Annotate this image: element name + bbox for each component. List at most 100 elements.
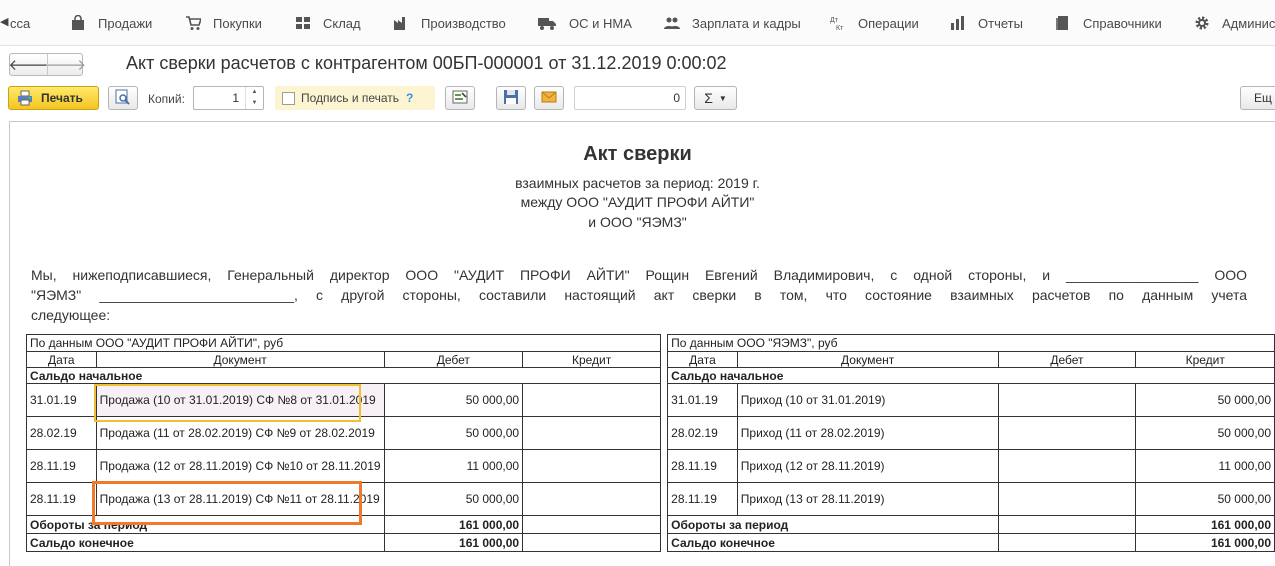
menu-item-label: Зарплата и кадры xyxy=(692,15,801,31)
row-date: 28.11.19 xyxy=(26,482,97,516)
menu-item-catalogs[interactable]: Справочники xyxy=(1055,0,1162,46)
menu-item-fixed-assets[interactable]: ОС и НМА xyxy=(537,0,632,46)
column-gap xyxy=(660,449,669,483)
copies-spinner[interactable]: ▲ ▼ xyxy=(245,87,263,109)
spin-down-icon[interactable]: ▼ xyxy=(246,98,263,109)
opening-balance-row: Сальдо начальное Сальдо начальное xyxy=(25,367,1275,384)
menu-item-production[interactable]: Производство xyxy=(393,0,506,46)
closing-debit: 161 000,00 xyxy=(383,533,524,552)
column-gap xyxy=(660,334,669,352)
copies-value: 1 xyxy=(232,91,239,105)
menu-item-label: Справочники xyxy=(1083,15,1162,31)
history-navigation: 🡐 🡒 xyxy=(8,53,87,76)
menu-item-label: ОС и НМА xyxy=(569,15,632,31)
menu-item-reports[interactable]: Отчеты xyxy=(950,0,1023,46)
help-icon[interactable]: ? xyxy=(406,91,413,105)
send-email-button[interactable] xyxy=(534,86,564,110)
books-icon xyxy=(1055,15,1071,31)
row-debit: 11 000,00 xyxy=(383,449,524,483)
svg-text:Кт: Кт xyxy=(836,25,844,31)
menu-item-label: Отчеты xyxy=(978,15,1023,31)
report-and: и ООО "ЯЭМЗ" xyxy=(588,214,687,230)
menu-item-sales[interactable]: Продажи xyxy=(70,0,152,46)
document-header: Документ xyxy=(736,351,999,368)
row-document: Приход (11 от 28.02.2019) xyxy=(736,416,999,450)
svg-text:Дт: Дт xyxy=(830,17,839,24)
column-gap xyxy=(660,482,669,516)
copies-input[interactable]: 1 ▲ ▼ xyxy=(193,86,264,110)
spin-up-icon[interactable]: ▲ xyxy=(246,87,263,98)
copies-label: Копий: xyxy=(148,92,185,106)
more-button[interactable]: Ещ xyxy=(1240,86,1275,110)
row-date: 31.01.19 xyxy=(26,383,97,417)
table-row: 28.11.19 Продажа (13 от 28.11.2019) СФ №… xyxy=(26,482,1275,516)
row-document: Продажа (13 от 28.11.2019) СФ №11 от 28.… xyxy=(95,482,385,516)
menu-item-label: Производство xyxy=(421,15,506,31)
sum-field[interactable]: 0 xyxy=(574,86,686,110)
turnover-debit: 161 000,00 xyxy=(383,515,524,534)
row-document: Продажа (10 от 31.01.2019) СФ №8 от 31.0… xyxy=(95,383,385,417)
menu-item-purchases[interactable]: Покупки xyxy=(185,0,262,46)
bag-icon xyxy=(70,15,86,31)
menu-item-warehouse[interactable]: Склад xyxy=(295,0,361,46)
row-debit: 50 000,00 xyxy=(383,383,524,417)
row-document: Продажа (12 от 28.11.2019) СФ №10 от 28.… xyxy=(95,449,385,483)
preview-button[interactable] xyxy=(108,86,138,110)
back-button[interactable]: 🡐 xyxy=(8,54,48,75)
menu-item-admin[interactable]: Админис xyxy=(1194,0,1275,46)
debit-credit-icon: Дт Кт xyxy=(830,15,846,31)
menu-item-payroll[interactable]: Зарплата и кадры xyxy=(664,0,801,46)
row-credit: 11 000,00 xyxy=(1135,449,1275,483)
turnover-row: Обороты за период 161 000,00 Обороты за … xyxy=(26,515,1275,534)
report-title: Акт сверки xyxy=(583,143,692,165)
save-button[interactable] xyxy=(496,86,526,110)
row-document: Приход (10 от 31.01.2019) xyxy=(736,383,999,417)
row-date: 28.11.19 xyxy=(667,482,738,516)
party-header-row: По данным ООО "АУДИТ ПРОФИ АЙТИ", руб По… xyxy=(25,334,1275,352)
document-frame-top xyxy=(9,121,1275,122)
debit-header: Дебет xyxy=(997,351,1137,368)
menu-item-label: Покупки xyxy=(213,15,262,31)
opening-balance-label: Сальдо начальное xyxy=(667,367,1275,384)
menu-item-label: Админис xyxy=(1222,15,1275,31)
printer-icon xyxy=(17,90,33,106)
main-menu-bar: ◀ сса Продажи Покупки Склад Производство… xyxy=(0,0,1275,46)
window-title: Акт сверки расчетов с контрагентом 00БП-… xyxy=(126,53,727,73)
closing-credit xyxy=(522,533,662,552)
spreadsheet-document[interactable]: Акт сверки взаимных расчетов за период: … xyxy=(0,121,1275,566)
gear-icon xyxy=(1194,15,1210,31)
column-gap xyxy=(660,367,669,384)
menu-scroll-left-icon[interactable]: ◀ xyxy=(0,15,8,31)
column-header-row: Дата Документ Дебет Кредит Дата Документ… xyxy=(26,351,1275,368)
warehouse-icon xyxy=(295,15,311,31)
row-debit xyxy=(997,416,1137,450)
menu-item-operations[interactable]: Дт Кт Операции xyxy=(830,0,919,46)
print-settings-button[interactable] xyxy=(445,86,475,110)
row-credit: 50 000,00 xyxy=(1135,416,1275,450)
row-debit xyxy=(997,449,1137,483)
truck-icon xyxy=(537,15,557,31)
forward-button[interactable]: 🡒 xyxy=(45,54,87,75)
bar-chart-icon xyxy=(950,15,966,31)
table-row: 28.11.19 Продажа (12 от 28.11.2019) СФ №… xyxy=(26,449,1275,483)
closing-balance-row: Сальдо конечное 161 000,00 Сальдо конечн… xyxy=(26,533,1275,552)
preamble-line: "ЯЭМЗ" _________________________, с друг… xyxy=(31,287,1247,303)
chevron-down-icon: ▼ xyxy=(718,93,727,103)
sign-and-stamp-checkbox[interactable] xyxy=(282,91,295,105)
menu-item-cash[interactable]: сса xyxy=(10,0,30,46)
credit-header: Кредит xyxy=(1135,351,1275,368)
more-button-label: Ещ xyxy=(1254,91,1272,105)
row-debit xyxy=(997,482,1137,516)
arrow-right-icon: 🡒 xyxy=(45,57,87,74)
debit-header: Дебет xyxy=(383,351,524,368)
sum-mode-dropdown[interactable]: Σ ▼ xyxy=(694,86,737,110)
print-button[interactable]: Печать xyxy=(8,86,99,110)
table-row: 28.02.19 Продажа (11 от 28.02.2019) СФ №… xyxy=(26,416,1275,450)
row-credit: 50 000,00 xyxy=(1135,383,1275,417)
preamble-line: Мы, нижеподписавшиеся, Генеральный дирек… xyxy=(31,267,1247,283)
date-header: Дата xyxy=(667,351,738,368)
turnover-label: Обороты за период xyxy=(26,515,385,534)
row-date: 28.02.19 xyxy=(26,416,97,450)
sign-and-stamp-toggle[interactable]: Подпись и печать ? xyxy=(275,86,435,110)
closing-credit: 161 000,00 xyxy=(1135,533,1275,552)
